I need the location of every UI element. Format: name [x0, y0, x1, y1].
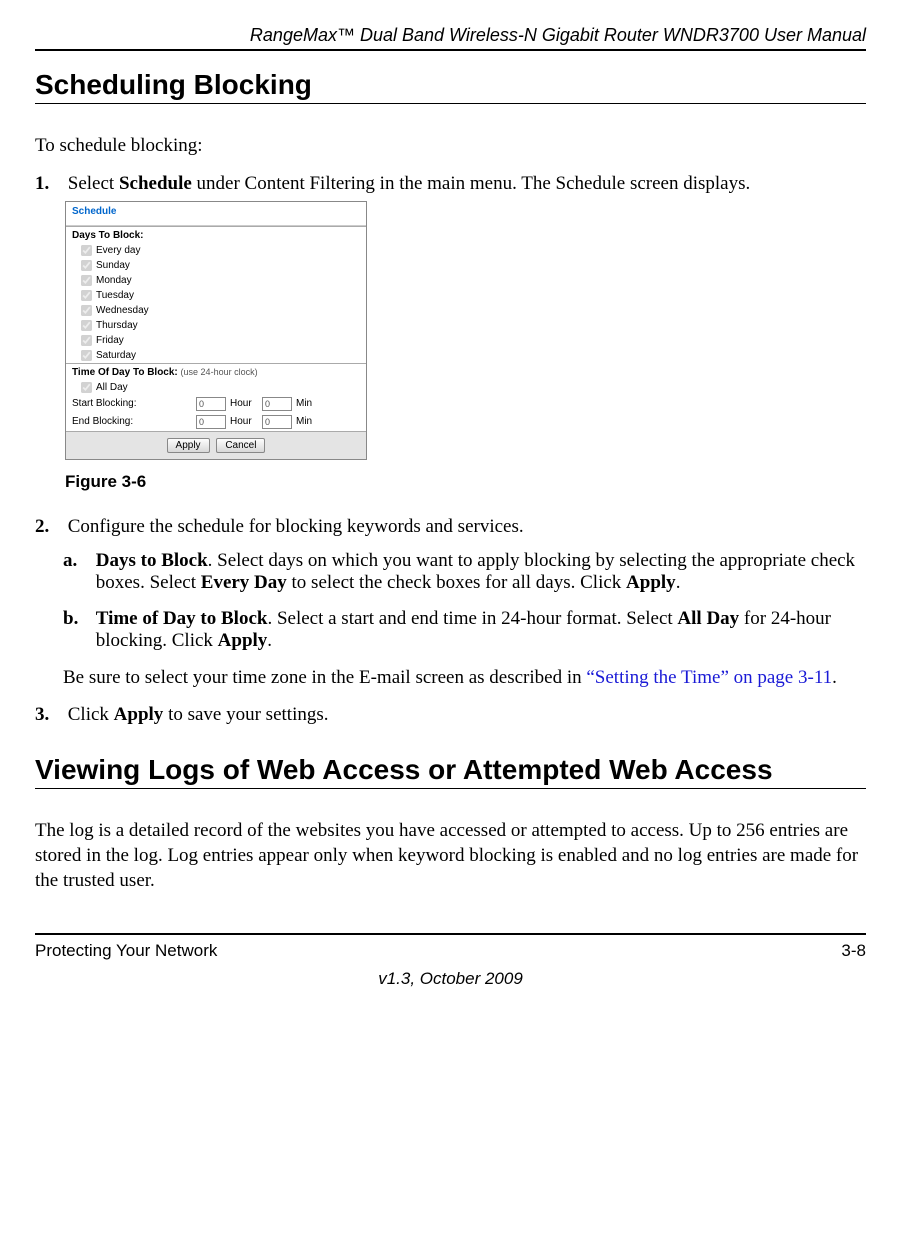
footer-row: Protecting Your Network 3-8: [35, 941, 866, 961]
ss-day-label: Saturday: [96, 350, 136, 361]
checkbox-saturday[interactable]: [81, 350, 92, 361]
cancel-button[interactable]: Cancel: [216, 438, 265, 453]
apply-button[interactable]: Apply: [167, 438, 210, 453]
ss-end-label: End Blocking:: [72, 416, 192, 427]
bold-apply: Apply: [218, 630, 268, 651]
step-body: Select Schedule under Content Filtering …: [68, 173, 858, 195]
bold-allday: All Day: [677, 608, 739, 629]
substep-body: Time of Day to Block. Select a start and…: [96, 608, 856, 652]
doc-header-title: RangeMax™ Dual Band Wireless-N Gigabit R…: [35, 25, 866, 46]
bold-apply: Apply: [626, 572, 676, 593]
text: .: [676, 572, 681, 593]
ss-day-row: Thursday: [66, 318, 366, 333]
end-min-input[interactable]: [262, 415, 292, 429]
checkbox-monday[interactable]: [81, 275, 92, 286]
bold-days: Days to Block: [96, 550, 208, 571]
ss-hour-unit: Hour: [230, 416, 258, 427]
checkbox-allday[interactable]: [81, 382, 92, 393]
text: .: [267, 630, 272, 651]
text: Be sure to select your time zone in the …: [63, 667, 586, 688]
step-1: 1. Select Schedule under Content Filteri…: [35, 173, 866, 492]
text: to save your settings.: [163, 704, 328, 725]
ss-time-header-text: Time Of Day To Block:: [72, 367, 178, 378]
ss-day-label: Friday: [96, 335, 124, 346]
text: under Content Filtering in the main menu…: [192, 173, 750, 194]
checkbox-wednesday[interactable]: [81, 305, 92, 316]
text: . Select a start and end time in 24-hour…: [267, 608, 677, 629]
ss-min-unit: Min: [296, 416, 324, 427]
ss-day-label: Every day: [96, 245, 140, 256]
section-rule: [35, 103, 866, 104]
ss-hour-unit: Hour: [230, 398, 258, 409]
substep-number: b.: [63, 608, 91, 630]
substep-a: a. Days to Block. Select days on which y…: [63, 550, 866, 594]
checkbox-tuesday[interactable]: [81, 290, 92, 301]
ss-day-row: Wednesday: [66, 303, 366, 318]
schedule-screenshot: Schedule Days To Block: Every day Sunday…: [65, 201, 367, 460]
substep-b: b. Time of Day to Block. Select a start …: [63, 608, 866, 652]
ss-day-row: Every day: [66, 243, 366, 258]
ss-day-row: Tuesday: [66, 288, 366, 303]
ss-day-row: Friday: [66, 333, 366, 348]
bold-schedule: Schedule: [119, 173, 192, 194]
ss-time-note: (use 24-hour clock): [181, 367, 258, 377]
footer-left: Protecting Your Network: [35, 941, 217, 961]
ss-day-label: Wednesday: [96, 305, 149, 316]
checkbox-friday[interactable]: [81, 335, 92, 346]
checkbox-everyday[interactable]: [81, 245, 92, 256]
logs-paragraph: The log is a detailed record of the webs…: [35, 819, 866, 893]
text: to select the check boxes for all days. …: [287, 572, 626, 593]
start-hour-input[interactable]: [196, 397, 226, 411]
ss-end-row: End Blocking: Hour Min: [66, 413, 366, 431]
ss-time-header: Time Of Day To Block: (use 24-hour clock…: [66, 363, 366, 380]
bold-time: Time of Day to Block: [96, 608, 268, 629]
substep-body: Days to Block. Select days on which you …: [96, 550, 856, 594]
step-3: 3. Click Apply to save your settings.: [35, 704, 866, 726]
start-min-input[interactable]: [262, 397, 292, 411]
step-2: 2. Configure the schedule for blocking k…: [35, 516, 866, 691]
step-body: Click Apply to save your settings.: [68, 704, 858, 726]
ss-day-row: Sunday: [66, 258, 366, 273]
end-hour-input[interactable]: [196, 415, 226, 429]
ss-day-row: Monday: [66, 273, 366, 288]
substep-number: a.: [63, 550, 91, 572]
step-body: Configure the schedule for blocking keyw…: [68, 516, 858, 538]
bold-everyday: Every Day: [201, 572, 287, 593]
section-heading-logs: Viewing Logs of Web Access or Attempted …: [35, 754, 866, 786]
ss-day-row: Saturday: [66, 348, 366, 363]
checkbox-sunday[interactable]: [81, 260, 92, 271]
footer-page-number: 3-8: [841, 941, 866, 961]
text: Click: [68, 704, 114, 725]
ss-title: Schedule: [66, 202, 366, 226]
ss-allday-row: All Day: [66, 380, 366, 395]
text: .: [832, 667, 837, 688]
step2-note: Be sure to select your time zone in the …: [63, 666, 866, 691]
header-rule: [35, 49, 866, 51]
ss-button-bar: Apply Cancel: [66, 431, 366, 459]
figure-caption: Figure 3-6: [65, 472, 866, 492]
ss-start-label: Start Blocking:: [72, 398, 192, 409]
intro-paragraph: To schedule blocking:: [35, 134, 866, 159]
text: Select: [68, 173, 119, 194]
footer-version: v1.3, October 2009: [35, 969, 866, 989]
ss-day-label: Thursday: [96, 320, 138, 331]
step-number: 3.: [35, 704, 63, 726]
section-rule: [35, 788, 866, 789]
ss-min-unit: Min: [296, 398, 324, 409]
step-number: 1.: [35, 173, 63, 195]
section-heading-scheduling: Scheduling Blocking: [35, 69, 866, 101]
ss-days-header: Days To Block:: [66, 226, 366, 243]
ss-start-row: Start Blocking: Hour Min: [66, 395, 366, 413]
ss-day-label: Tuesday: [96, 290, 134, 301]
link-setting-time[interactable]: “Setting the Time” on page 3-11: [586, 667, 832, 688]
bold-apply: Apply: [114, 704, 164, 725]
ss-day-label: Monday: [96, 275, 132, 286]
step-number: 2.: [35, 516, 63, 538]
checkbox-thursday[interactable]: [81, 320, 92, 331]
ss-day-label: Sunday: [96, 260, 130, 271]
ss-allday-label: All Day: [96, 382, 128, 393]
footer-rule: [35, 933, 866, 935]
